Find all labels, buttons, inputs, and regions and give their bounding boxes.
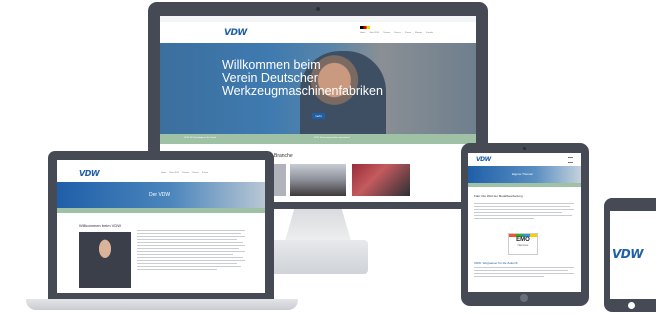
emo-logo[interactable]: EMO Hannover bbox=[508, 233, 538, 255]
laptop-body-text bbox=[137, 230, 247, 270]
laptop-nav: Home Über VDW Themen Service Presse bbox=[161, 172, 208, 174]
hero-more-button[interactable]: mehr bbox=[312, 113, 325, 119]
hero-headline: Willkommen beim Verein Deutscher Werkzeu… bbox=[222, 58, 383, 98]
tablet-logo[interactable]: VDW bbox=[476, 156, 491, 163]
tablet-banner-title: Eigene Themen bbox=[512, 172, 534, 176]
tablet-home-button[interactable] bbox=[520, 294, 528, 302]
hero-banner: Willkommen beim Verein Deutscher Werkzeu… bbox=[160, 43, 476, 134]
laptop-heading: Willkommen beim VDW bbox=[79, 223, 122, 228]
tablet-news-text bbox=[474, 267, 574, 277]
portrait-image bbox=[79, 232, 131, 288]
tablet-screen: VDW Eigene Themen Fakt: Die Welt der Met… bbox=[468, 153, 581, 292]
nav-item[interactable]: Service bbox=[394, 32, 401, 34]
laptop-screen: VDW Home Über VDW Themen Service Presse … bbox=[57, 160, 265, 293]
laptop-logo[interactable]: VDW bbox=[79, 169, 100, 178]
nav-item[interactable]: Über VDW bbox=[169, 172, 179, 174]
monitor-camera bbox=[316, 7, 320, 11]
phone-screen: VDW bbox=[610, 211, 656, 299]
laptop-page-title: Der VDW bbox=[149, 192, 171, 198]
nav-item[interactable]: Home bbox=[360, 32, 365, 34]
desktop-ticker: VDW: Mit Technologie in die Zukunft VDW:… bbox=[160, 134, 476, 144]
nav-item[interactable]: Presse bbox=[405, 32, 411, 34]
phone-home-button[interactable] bbox=[628, 302, 635, 309]
tablet-breadcrumb-bar bbox=[468, 183, 581, 187]
laptop-base bbox=[26, 299, 298, 310]
monitor-base bbox=[268, 240, 368, 274]
phone-logo[interactable]: VDW bbox=[612, 247, 643, 261]
tablet-news-title[interactable]: VDW: Wegweiser für die Zukunft bbox=[474, 261, 517, 265]
nav-item[interactable]: Service bbox=[192, 172, 199, 174]
monitor-stand bbox=[285, 209, 351, 241]
nav-item[interactable]: Messen bbox=[415, 32, 422, 34]
nav-item[interactable]: Home bbox=[161, 172, 166, 174]
news-thumb[interactable] bbox=[290, 164, 346, 196]
nav-item[interactable]: Themen bbox=[182, 172, 189, 174]
laptop-banner: Der VDW bbox=[57, 182, 265, 208]
tablet-body-text bbox=[474, 203, 574, 219]
ticker-right[interactable]: VDW: Werkzeugmaschinen international bbox=[314, 137, 350, 139]
tablet-camera bbox=[523, 147, 526, 150]
nav-item[interactable]: Themen bbox=[383, 32, 390, 34]
laptop-breadcrumb-bar bbox=[57, 208, 265, 213]
news-thumb[interactable] bbox=[352, 164, 410, 196]
menu-icon[interactable] bbox=[568, 157, 573, 163]
desktop-nav: Home Über VDW Themen Service Presse Mess… bbox=[360, 32, 433, 34]
nav-item[interactable]: Kontakt bbox=[426, 32, 433, 34]
nav-item[interactable]: Presse bbox=[202, 172, 208, 174]
tablet-heading: Fakt: Die Welt der Metallbearbeitung bbox=[474, 194, 523, 198]
section-heading: Branche bbox=[274, 153, 293, 159]
tablet-banner: Eigene Themen bbox=[468, 166, 581, 183]
language-flags[interactable] bbox=[360, 26, 370, 29]
ticker-left[interactable]: VDW: Mit Technologie in die Zukunft bbox=[184, 137, 216, 139]
nav-item[interactable]: Über VDW bbox=[369, 32, 379, 34]
desktop-logo[interactable]: VDW bbox=[224, 28, 247, 38]
